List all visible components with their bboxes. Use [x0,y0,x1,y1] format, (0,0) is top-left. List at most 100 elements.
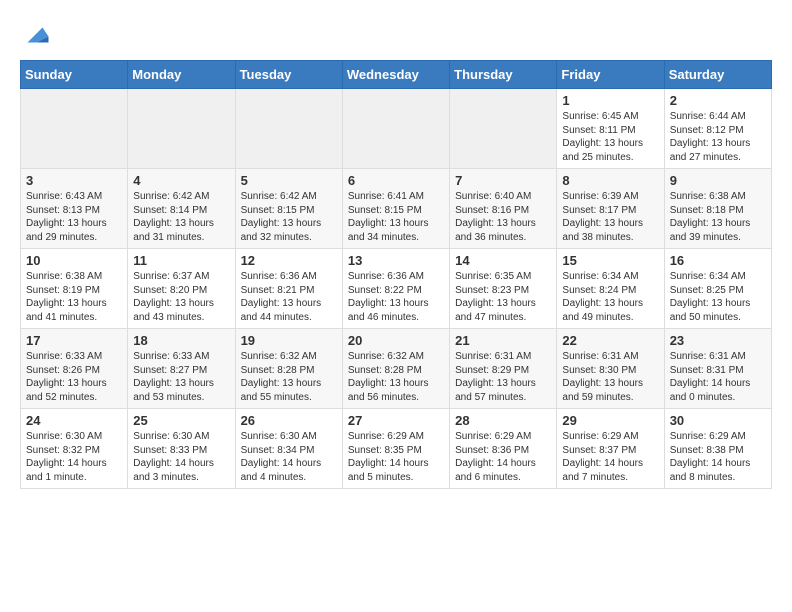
calendar-cell: 4 Sunrise: 6:42 AM Sunset: 8:14 PM Daylig… [128,169,235,249]
day-info: Sunrise: 6:42 AM Sunset: 8:14 PM Dayligh… [133,190,229,244]
calendar-cell: 16 Sunrise: 6:34 AM Sunset: 8:25 PM Dayli… [664,249,771,329]
calendar-cell: 10 Sunrise: 6:38 AM Sunset: 8:19 PM Dayli… [21,249,128,329]
calendar-week-1: 1Sunrise: 6:45 AM Sunset: 8:11 PM Daylig… [21,89,772,169]
day-number: 15 [562,253,658,268]
day-number: 11 [133,253,229,268]
calendar-cell: 29Sunrise: 6:29 AM Sunset: 8:37 PM Dayli… [557,409,664,489]
calendar-cell: 2 Sunrise: 6:44 AM Sunset: 8:12 PM Daylig… [664,89,771,169]
day-info: Sunrise: 6:30 AM Sunset: 8:34 PM Dayligh… [241,430,337,484]
day-number: 18 [133,333,229,348]
calendar-cell: 3Sunrise: 6:43 AM Sunset: 8:13 PM Daylig… [21,169,128,249]
day-number: 7 [455,173,551,188]
calendar-cell: 13 Sunrise: 6:36 AM Sunset: 8:22 PM Dayli… [342,249,449,329]
calendar-cell: 7 Sunrise: 6:40 AM Sunset: 8:16 PM Daylig… [450,169,557,249]
day-number: 14 [455,253,551,268]
day-number: 6 [348,173,444,188]
day-number: 25 [133,413,229,428]
calendar-cell [128,89,235,169]
calendar-cell: 28 Sunrise: 6:29 AM Sunset: 8:36 PM Dayli… [450,409,557,489]
day-number: 5 [241,173,337,188]
calendar-cell: 22 Sunrise: 6:31 AM Sunset: 8:30 PM Dayli… [557,329,664,409]
calendar-week-4: 17 Sunrise: 6:33 AM Sunset: 8:26 PM Dayli… [21,329,772,409]
page-header [20,20,772,50]
calendar-cell: 19 Sunrise: 6:32 AM Sunset: 8:28 PM Dayli… [235,329,342,409]
day-info: Sunrise: 6:33 AM Sunset: 8:27 PM Dayligh… [133,350,229,404]
day-info: Sunrise: 6:37 AM Sunset: 8:20 PM Dayligh… [133,270,229,324]
day-info: Sunrise: 6:38 AM Sunset: 8:19 PM Dayligh… [26,270,122,324]
calendar-cell [342,89,449,169]
day-info: Sunrise: 6:29 AM Sunset: 8:35 PM Dayligh… [348,430,444,484]
weekday-header-sunday: Sunday [21,61,128,89]
calendar-cell: 8 Sunrise: 6:39 AM Sunset: 8:17 PM Daylig… [557,169,664,249]
day-number: 27 [348,413,444,428]
calendar-cell: 14 Sunrise: 6:35 AM Sunset: 8:23 PM Dayli… [450,249,557,329]
day-info: Sunrise: 6:29 AM Sunset: 8:38 PM Dayligh… [670,430,766,484]
calendar-cell: 24 Sunrise: 6:30 AM Sunset: 8:32 PM Dayli… [21,409,128,489]
calendar-cell [21,89,128,169]
day-info: Sunrise: 6:34 AM Sunset: 8:24 PM Dayligh… [562,270,658,324]
weekday-header-wednesday: Wednesday [342,61,449,89]
calendar-cell: 6 Sunrise: 6:41 AM Sunset: 8:15 PM Daylig… [342,169,449,249]
calendar-cell: 11 Sunrise: 6:37 AM Sunset: 8:20 PM Dayli… [128,249,235,329]
day-number: 29 [562,413,658,428]
calendar-week-2: 3Sunrise: 6:43 AM Sunset: 8:13 PM Daylig… [21,169,772,249]
day-info: Sunrise: 6:36 AM Sunset: 8:21 PM Dayligh… [241,270,337,324]
day-number: 19 [241,333,337,348]
calendar-cell: 21 Sunrise: 6:31 AM Sunset: 8:29 PM Dayli… [450,329,557,409]
day-number: 22 [562,333,658,348]
day-number: 21 [455,333,551,348]
calendar-cell: 27 Sunrise: 6:29 AM Sunset: 8:35 PM Dayli… [342,409,449,489]
day-info: Sunrise: 6:35 AM Sunset: 8:23 PM Dayligh… [455,270,551,324]
day-info: Sunrise: 6:40 AM Sunset: 8:16 PM Dayligh… [455,190,551,244]
day-number: 8 [562,173,658,188]
day-number: 16 [670,253,766,268]
calendar-cell: 30Sunrise: 6:29 AM Sunset: 8:38 PM Dayli… [664,409,771,489]
day-info: Sunrise: 6:39 AM Sunset: 8:17 PM Dayligh… [562,190,658,244]
calendar-cell: 23 Sunrise: 6:31 AM Sunset: 8:31 PM Dayli… [664,329,771,409]
day-info: Sunrise: 6:29 AM Sunset: 8:36 PM Dayligh… [455,430,551,484]
day-info: Sunrise: 6:31 AM Sunset: 8:29 PM Dayligh… [455,350,551,404]
day-number: 28 [455,413,551,428]
day-number: 24 [26,413,122,428]
day-info: Sunrise: 6:32 AM Sunset: 8:28 PM Dayligh… [348,350,444,404]
day-info: Sunrise: 6:42 AM Sunset: 8:15 PM Dayligh… [241,190,337,244]
logo [20,20,54,50]
day-number: 10 [26,253,122,268]
day-info: Sunrise: 6:31 AM Sunset: 8:30 PM Dayligh… [562,350,658,404]
day-info: Sunrise: 6:45 AM Sunset: 8:11 PM Dayligh… [562,110,658,164]
day-number: 23 [670,333,766,348]
day-info: Sunrise: 6:30 AM Sunset: 8:32 PM Dayligh… [26,430,122,484]
calendar-week-3: 10 Sunrise: 6:38 AM Sunset: 8:19 PM Dayli… [21,249,772,329]
calendar-cell: 18 Sunrise: 6:33 AM Sunset: 8:27 PM Dayli… [128,329,235,409]
day-info: Sunrise: 6:38 AM Sunset: 8:18 PM Dayligh… [670,190,766,244]
day-number: 9 [670,173,766,188]
calendar-table: SundayMondayTuesdayWednesdayThursdayFrid… [20,60,772,489]
day-number: 17 [26,333,122,348]
day-number: 26 [241,413,337,428]
day-info: Sunrise: 6:34 AM Sunset: 8:25 PM Dayligh… [670,270,766,324]
weekday-header-monday: Monday [128,61,235,89]
day-info: Sunrise: 6:31 AM Sunset: 8:31 PM Dayligh… [670,350,766,404]
calendar-cell: 26 Sunrise: 6:30 AM Sunset: 8:34 PM Dayli… [235,409,342,489]
day-number: 13 [348,253,444,268]
calendar-cell: 5 Sunrise: 6:42 AM Sunset: 8:15 PM Daylig… [235,169,342,249]
weekday-header-friday: Friday [557,61,664,89]
day-number: 3 [26,173,122,188]
day-info: Sunrise: 6:36 AM Sunset: 8:22 PM Dayligh… [348,270,444,324]
calendar-header-row: SundayMondayTuesdayWednesdayThursdayFrid… [21,61,772,89]
day-number: 12 [241,253,337,268]
day-info: Sunrise: 6:44 AM Sunset: 8:12 PM Dayligh… [670,110,766,164]
calendar-cell: 9 Sunrise: 6:38 AM Sunset: 8:18 PM Daylig… [664,169,771,249]
logo-icon [20,20,50,50]
calendar-cell [235,89,342,169]
day-number: 2 [670,93,766,108]
day-info: Sunrise: 6:32 AM Sunset: 8:28 PM Dayligh… [241,350,337,404]
calendar-cell: 1Sunrise: 6:45 AM Sunset: 8:11 PM Daylig… [557,89,664,169]
day-info: Sunrise: 6:41 AM Sunset: 8:15 PM Dayligh… [348,190,444,244]
day-info: Sunrise: 6:30 AM Sunset: 8:33 PM Dayligh… [133,430,229,484]
calendar-cell: 20Sunrise: 6:32 AM Sunset: 8:28 PM Dayli… [342,329,449,409]
weekday-header-saturday: Saturday [664,61,771,89]
day-info: Sunrise: 6:33 AM Sunset: 8:26 PM Dayligh… [26,350,122,404]
calendar-cell: 15 Sunrise: 6:34 AM Sunset: 8:24 PM Dayli… [557,249,664,329]
day-number: 4 [133,173,229,188]
